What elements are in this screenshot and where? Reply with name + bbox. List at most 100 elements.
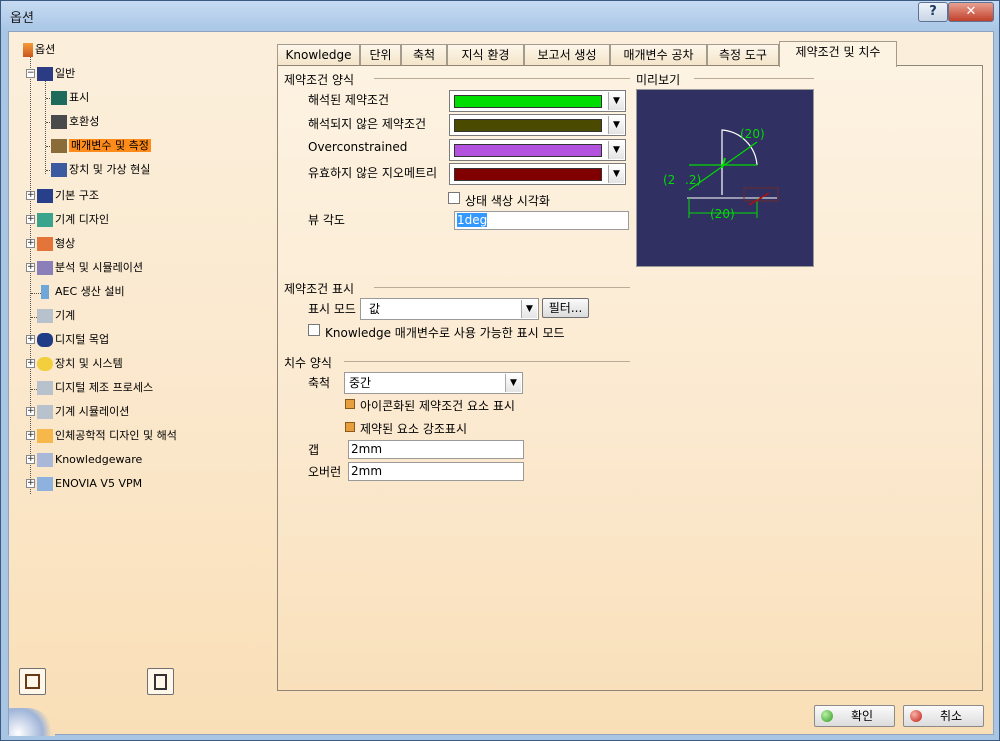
options-dialog: 옵션 ? ✕ 옵션 − 일반 표시 호환성 매개변수 및 측정 장치 및 가상 …	[0, 0, 1000, 741]
analysis-icon	[37, 261, 53, 275]
overrun-label: 오버런	[308, 465, 342, 479]
solved-color-picker[interactable]: ▼	[449, 90, 626, 112]
scale-label: 축척	[308, 376, 331, 390]
tab-knowledge[interactable]: Knowledge	[277, 44, 360, 66]
expand-toggle[interactable]: +	[26, 215, 35, 224]
tree-item-analysis-simulation[interactable]: 분석 및 시뮬레이션	[37, 258, 143, 278]
digital-mockup-icon	[37, 333, 53, 347]
view-angle-input[interactable]: 1deg	[454, 211, 629, 230]
invalid-color-picker[interactable]: ▼	[449, 163, 626, 185]
tree-item-knowledgeware[interactable]: Knowledgeware	[37, 450, 142, 470]
cancel-button[interactable]: 취소	[903, 705, 984, 727]
tree-item-mechanical-design[interactable]: 기계 디자인	[37, 210, 109, 230]
devices-icon	[51, 163, 67, 177]
export-options-button[interactable]	[147, 668, 174, 695]
export-icon	[154, 674, 167, 690]
unsolved-constraint-label: 해석되지 않은 제약조건	[308, 117, 427, 131]
highlight-constrained-label: 제약된 요소 강조표시	[360, 422, 467, 436]
tree-item-shape[interactable]: 형상	[37, 234, 75, 254]
tree-item-digital-mockup[interactable]: 디지털 목업	[37, 330, 109, 350]
expand-toggle[interactable]: +	[26, 191, 35, 200]
solved-color-swatch	[454, 95, 602, 108]
dropdown-arrow-icon[interactable]: ▼	[608, 165, 624, 183]
dropdown-arrow-icon[interactable]: ▼	[521, 300, 537, 318]
unsolved-color-picker[interactable]: ▼	[449, 114, 626, 136]
preview-label: .2)	[685, 173, 701, 187]
tree-item-display[interactable]: 표시	[51, 88, 89, 108]
ok-icon	[821, 710, 833, 722]
expand-toggle[interactable]: +	[26, 455, 35, 464]
reset-options-button[interactable]	[19, 668, 46, 695]
reset-icon	[25, 674, 40, 689]
knowledge-parameter-checkbox[interactable]	[308, 324, 320, 336]
machining-icon	[37, 309, 53, 323]
tree-item-infrastructure[interactable]: 기본 구조	[37, 186, 99, 206]
tree-item-compatibility[interactable]: 호환성	[51, 112, 99, 132]
dropdown-arrow-icon[interactable]: ▼	[608, 141, 624, 159]
tab-scale[interactable]: 축척	[401, 44, 447, 66]
tab-parameter-tolerance[interactable]: 매개변수 공차	[610, 44, 707, 66]
expand-toggle[interactable]: +	[26, 335, 35, 344]
compatibility-icon	[51, 115, 67, 129]
tab-units[interactable]: 단위	[360, 44, 401, 66]
infrastructure-icon	[37, 189, 53, 203]
general-icon	[37, 67, 53, 81]
display-mode-select[interactable]: 값 ▼	[360, 298, 539, 320]
dropdown-arrow-icon[interactable]: ▼	[608, 116, 624, 134]
overrun-input[interactable]: 2mm	[348, 462, 524, 481]
tree-item-devices-vr[interactable]: 장치 및 가상 현실	[51, 160, 150, 180]
filter-button[interactable]: 필터...	[542, 298, 589, 318]
expand-toggle[interactable]: +	[26, 431, 35, 440]
tree-item-aec-plant[interactable]: AEC 생산 설비	[37, 282, 125, 302]
tree-item-options[interactable]: 옵션	[23, 40, 55, 60]
highlight-constrained-checkbox[interactable]	[345, 422, 355, 432]
constraints-dimensions-panel: 제약조건 양식 해석된 제약조건 ▼ 해석되지 않은 제약조건 ▼ Overco…	[277, 65, 983, 691]
expand-toggle[interactable]: +	[26, 239, 35, 248]
close-button[interactable]: ✕	[948, 2, 994, 22]
overconstrained-label: Overconstrained	[308, 140, 408, 154]
ok-button[interactable]: 확인	[814, 705, 895, 727]
status-color-checkbox[interactable]	[448, 192, 460, 204]
preview-label: (20)	[710, 207, 735, 221]
decorative-compass-icon	[9, 708, 55, 736]
knowledgeware-icon	[37, 453, 53, 467]
tree-item-general[interactable]: 일반	[37, 64, 75, 84]
tree-item-parameters-and-measure[interactable]: 매개변수 및 측정	[51, 136, 151, 156]
tree-item-ergonomics[interactable]: 인체공학적 디자인 및 해석	[37, 426, 177, 446]
tree-item-enovia-vpm[interactable]: ENOVIA V5 VPM	[37, 474, 142, 494]
dropdown-arrow-icon[interactable]: ▼	[505, 374, 521, 392]
tab-constraints-dimensions[interactable]: 제약조건 및 치수	[779, 41, 897, 67]
tree-item-machining[interactable]: 기계	[37, 306, 75, 326]
help-button[interactable]: ?	[918, 2, 948, 22]
collapse-toggle[interactable]: −	[26, 69, 35, 78]
dimension-style-title: 치수 양식	[284, 356, 332, 370]
gap-input[interactable]: 2mm	[348, 440, 524, 459]
enovia-icon	[37, 477, 53, 491]
tab-report-generation[interactable]: 보고서 생성	[524, 44, 610, 66]
tree-item-digital-process[interactable]: 디지털 제조 프로세스	[37, 378, 153, 398]
tree-item-equipment-systems[interactable]: 장치 및 시스템	[37, 354, 123, 374]
tab-measure-tools[interactable]: 측정 도구	[707, 44, 779, 66]
mechanical-design-icon	[37, 213, 53, 227]
preview-drawing: (20) (2 .2) (20)	[663, 127, 779, 221]
expand-toggle[interactable]: +	[26, 407, 35, 416]
options-icon	[23, 43, 33, 57]
dropdown-arrow-icon[interactable]: ▼	[608, 92, 624, 110]
cancel-icon	[910, 710, 922, 722]
invalid-color-swatch	[454, 168, 602, 181]
preview-title: 미리보기	[636, 73, 681, 87]
constraint-style-title: 제약조건 양식	[284, 73, 355, 87]
gap-label: 갭	[308, 443, 320, 457]
expand-toggle[interactable]: +	[26, 359, 35, 368]
title-bar: 옵션 ? ✕	[1, 1, 999, 31]
machine-simulation-icon	[37, 405, 53, 419]
expand-toggle[interactable]: +	[26, 263, 35, 272]
digital-process-icon	[37, 381, 53, 395]
overconstrained-color-picker[interactable]: ▼	[449, 139, 626, 161]
scale-select[interactable]: 중간 ▼	[344, 372, 523, 394]
expand-toggle[interactable]: +	[26, 479, 35, 488]
tab-knowledge-environment[interactable]: 지식 환경	[447, 44, 524, 66]
iconified-constraint-checkbox[interactable]	[345, 399, 355, 409]
unsolved-color-swatch	[454, 119, 602, 132]
tree-item-machine-simulation[interactable]: 기계 시뮬레이션	[37, 402, 129, 422]
